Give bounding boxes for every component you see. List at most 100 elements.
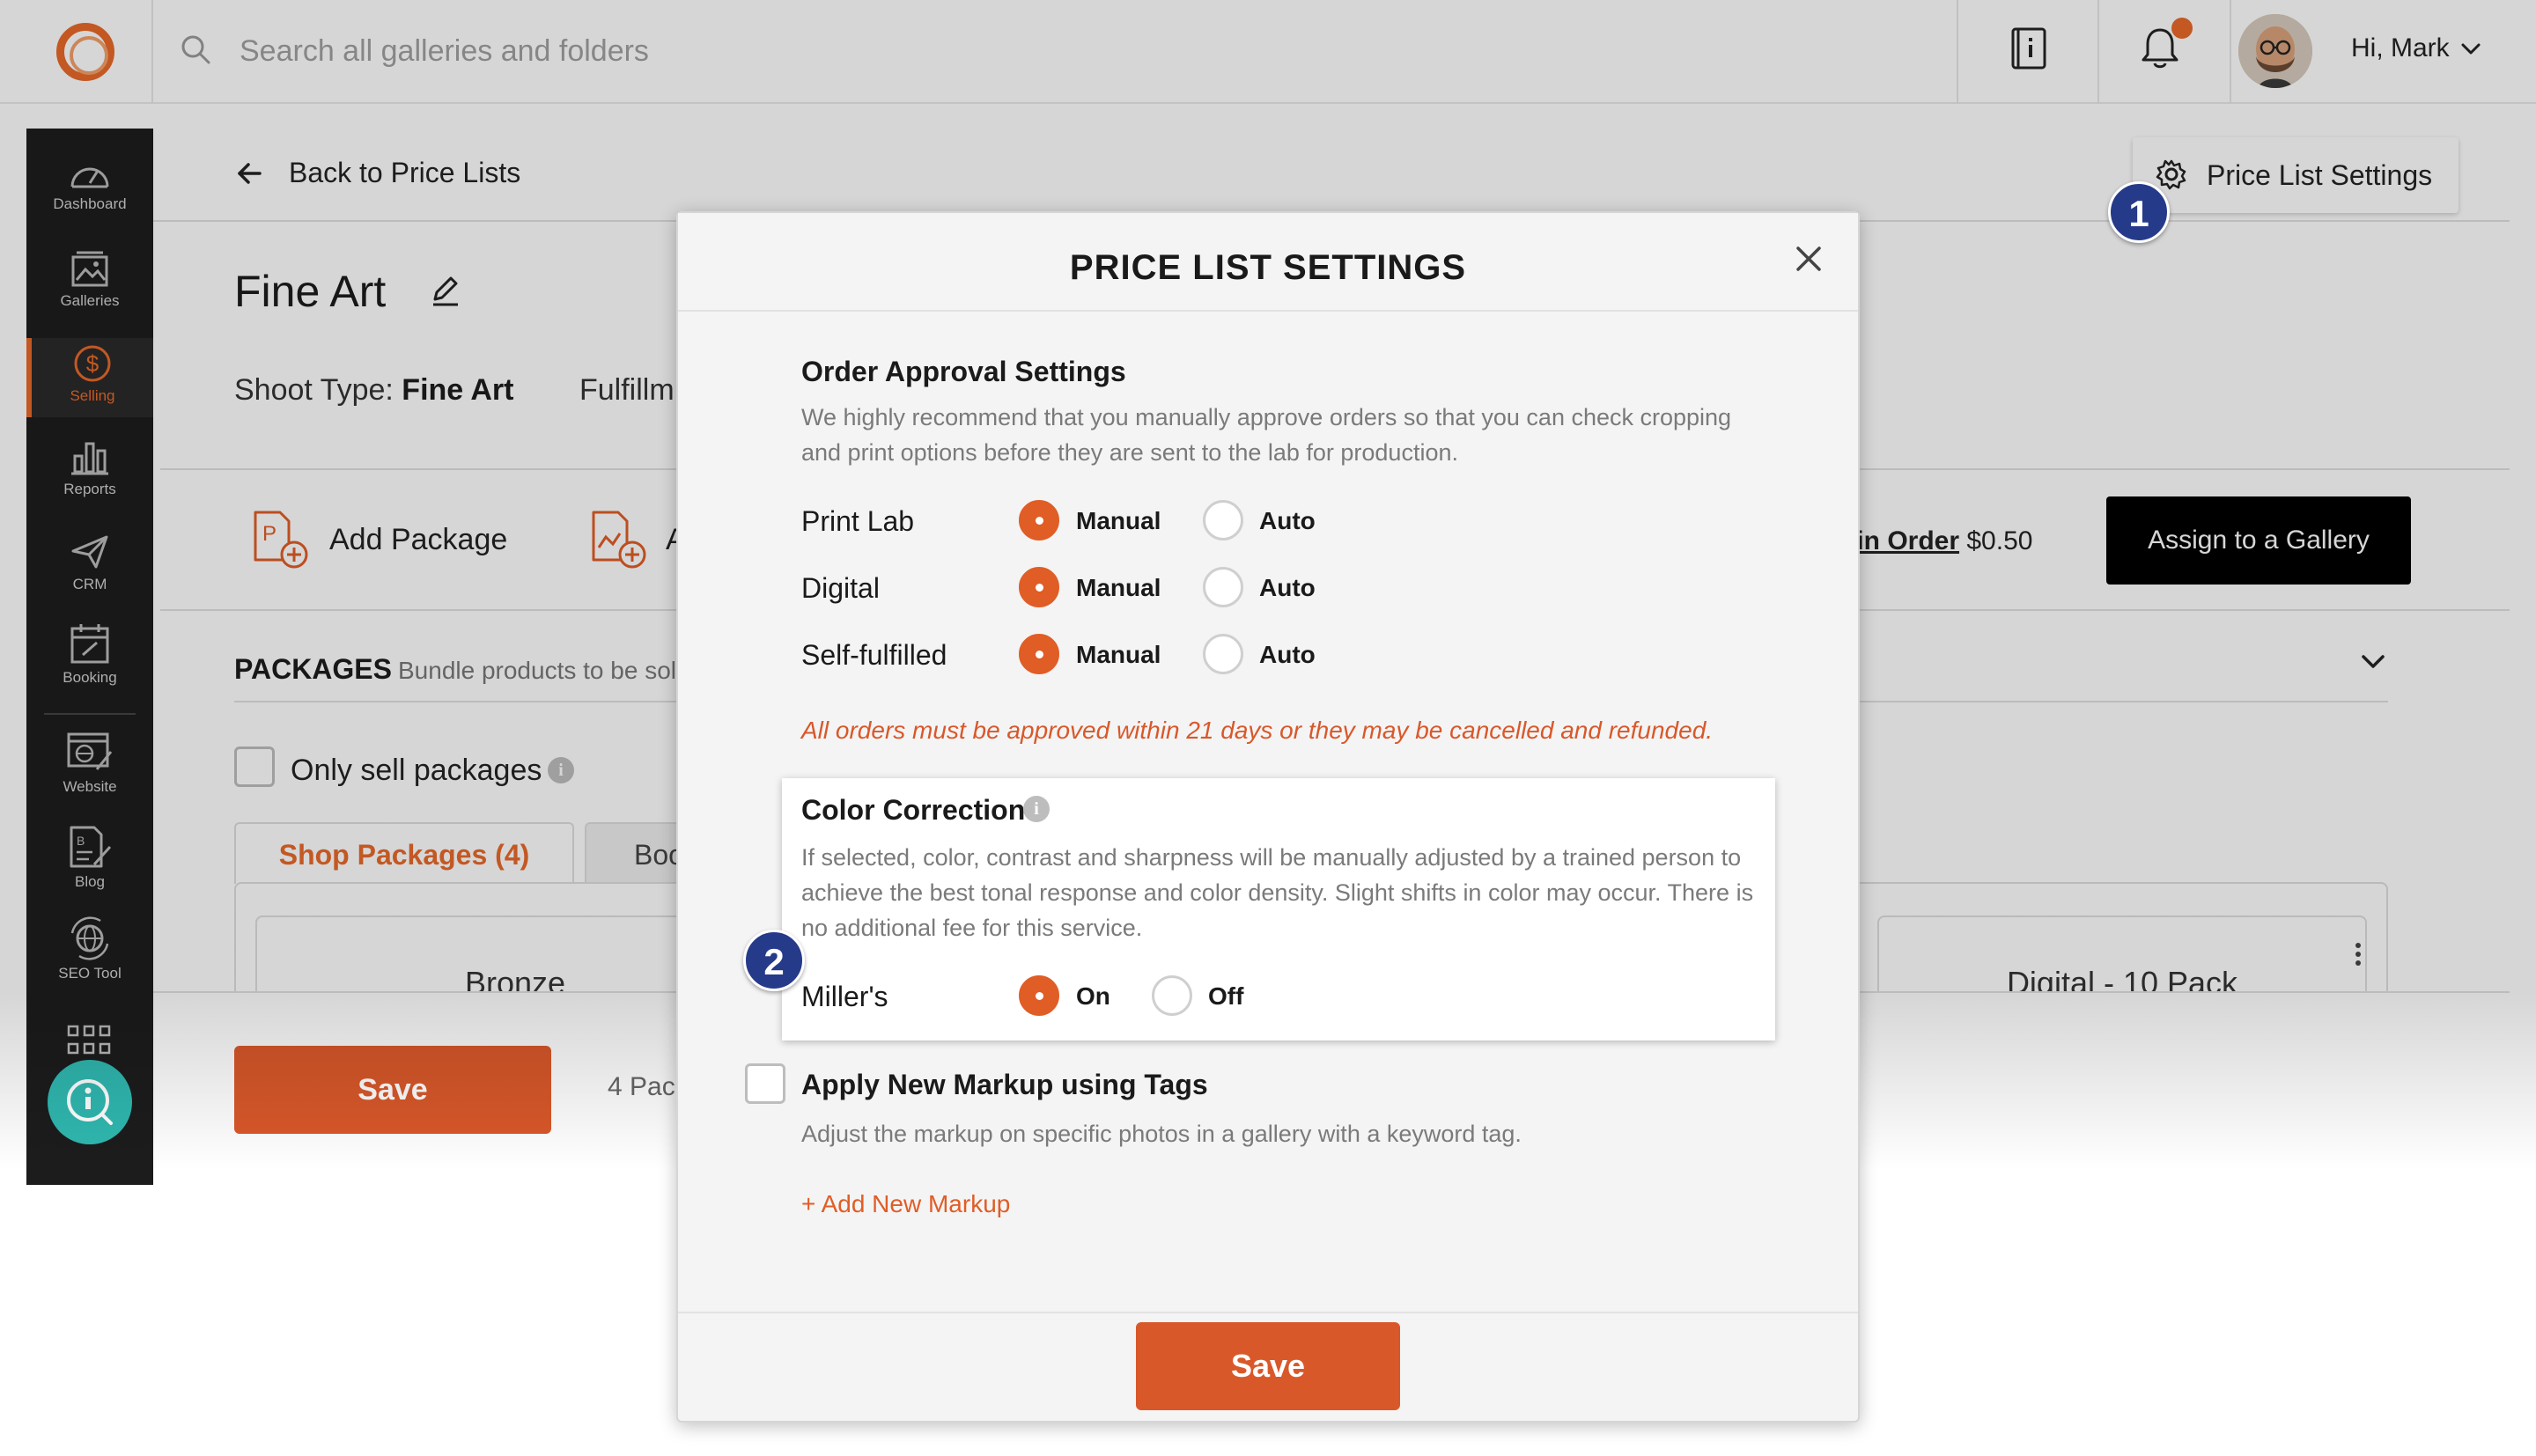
svg-text:B: B xyxy=(77,834,85,848)
self-fulfilled-label: Self-fulfilled xyxy=(801,639,947,671)
galleries-icon xyxy=(71,251,108,287)
color-correction-title: Color Correction xyxy=(801,794,1026,826)
more-options-icon[interactable] xyxy=(2351,940,2365,968)
order-approval-title: Order Approval Settings xyxy=(801,356,1126,387)
assign-to-gallery-button[interactable]: Assign to a Gallery xyxy=(2106,496,2411,585)
color-correction-off-radio[interactable] xyxy=(1152,975,1192,1016)
sidebar-item-label: Galleries xyxy=(60,292,120,309)
modal-title: PRICE LIST SETTINGS xyxy=(1069,248,1467,287)
add-new-markup-link[interactable]: + Add New Markup xyxy=(801,1190,1010,1218)
print-lab-manual-radio[interactable] xyxy=(1019,500,1059,540)
shoot-type-value: Fine Art xyxy=(402,373,514,407)
tab-shop-packages[interactable]: Shop Packages (4) xyxy=(234,822,574,884)
only-sell-packages-label: Only sell packages xyxy=(291,754,542,787)
svg-text:$: $ xyxy=(86,350,100,377)
min-order-value: $0.50 xyxy=(1966,526,2033,555)
avatar[interactable] xyxy=(2238,14,2312,88)
self-fulfilled-auto-radio[interactable] xyxy=(1203,634,1243,674)
sidebar-item-booking[interactable]: Booking xyxy=(26,621,153,687)
info-icon[interactable]: i xyxy=(1023,796,1050,822)
modal-save-button[interactable]: Save xyxy=(1136,1322,1400,1410)
sidebar-item-blog[interactable]: B Blog xyxy=(26,824,153,891)
help-button[interactable] xyxy=(48,1060,132,1144)
sidebar-item-label: Selling xyxy=(70,387,115,404)
info-search-icon xyxy=(67,1079,113,1125)
digital-manual-radio[interactable] xyxy=(1019,567,1059,607)
minimum-order: lin Order $0.50 xyxy=(1849,526,2032,556)
arrow-left-icon[interactable] xyxy=(236,160,262,187)
back-to-price-lists-link[interactable]: Back to Price Lists xyxy=(289,157,520,189)
shoot-type: Shoot Type: Fine Art xyxy=(234,373,513,408)
divider xyxy=(1957,0,1958,104)
apps-grid-icon[interactable] xyxy=(67,1025,113,1056)
sidebar-item-website[interactable]: Website xyxy=(26,731,153,796)
digital-label: Digital xyxy=(801,572,880,604)
paper-plane-icon xyxy=(71,535,108,569)
sidebar-item-label: Website xyxy=(63,778,117,795)
shoot-type-label: Shoot Type: xyxy=(234,373,394,407)
sidebar-item-label: Dashboard xyxy=(53,195,127,212)
off-option-label[interactable]: Off xyxy=(1208,982,1243,1011)
auto-option-label[interactable]: Auto xyxy=(1259,507,1316,535)
save-button[interactable]: Save xyxy=(234,1046,551,1134)
info-icon[interactable]: i xyxy=(548,757,574,783)
approval-warning: All orders must be approved within 21 da… xyxy=(801,717,1714,744)
step-badge-2: 2 xyxy=(743,930,805,991)
color-correction-description: If selected, color, contrast and sharpne… xyxy=(801,844,1754,941)
sidebar-item-seo-tool[interactable]: SEO Tool xyxy=(26,916,153,982)
min-order-link[interactable]: lin Order xyxy=(1849,526,1959,555)
sidebar-item-label: Reports xyxy=(63,481,116,497)
auto-option-label[interactable]: Auto xyxy=(1259,574,1316,602)
packages-subtitle: Bundle products to be sol xyxy=(398,657,676,684)
gear-icon xyxy=(2156,159,2186,190)
print-lab-label: Print Lab xyxy=(801,505,915,537)
tab-other[interactable]: Boo xyxy=(585,822,690,884)
sidebar-item-reports[interactable]: Reports xyxy=(26,437,153,498)
search-input[interactable] xyxy=(240,26,1913,76)
edit-pencil-icon[interactable] xyxy=(428,273,461,308)
search-icon xyxy=(181,35,210,64)
blog-icon: B xyxy=(70,826,112,868)
sidebar-item-selling[interactable]: $ Selling xyxy=(26,338,153,417)
color-correction-on-radio[interactable] xyxy=(1019,975,1059,1016)
manual-option-label[interactable]: Manual xyxy=(1076,574,1161,602)
sidebar-item-label: SEO Tool xyxy=(58,965,122,982)
add-package-label[interactable]: Add Package xyxy=(329,523,507,557)
calendar-icon xyxy=(70,624,109,664)
website-icon xyxy=(67,732,113,770)
millers-label: Miller's xyxy=(801,981,888,1012)
add-product-icon[interactable] xyxy=(588,509,650,570)
only-sell-packages-checkbox[interactable] xyxy=(234,746,275,787)
divider xyxy=(678,1312,1858,1313)
order-approval-description: We highly recommend that you manually ap… xyxy=(801,404,1732,466)
sidebar-separator xyxy=(44,713,136,715)
book-info-icon[interactable] xyxy=(2009,26,2048,70)
sidebar-item-crm[interactable]: CRM xyxy=(26,532,153,593)
dollar-icon: $ xyxy=(74,345,111,382)
app-logo[interactable] xyxy=(56,23,114,81)
user-greeting[interactable]: Hi, Mark xyxy=(2351,33,2450,63)
bar-chart-icon xyxy=(71,442,108,475)
notification-badge xyxy=(2171,18,2193,39)
divider xyxy=(2230,0,2231,104)
close-icon[interactable] xyxy=(1788,238,1830,280)
sidebar-item-label: Booking xyxy=(63,669,117,686)
print-lab-auto-radio[interactable] xyxy=(1203,500,1243,540)
apply-markup-description: Adjust the markup on specific photos in … xyxy=(801,1121,1522,1147)
svg-text:P: P xyxy=(262,522,276,546)
sidebar-item-label: CRM xyxy=(72,576,107,592)
apply-markup-checkbox[interactable] xyxy=(745,1063,785,1104)
divider xyxy=(151,0,153,104)
manual-option-label[interactable]: Manual xyxy=(1076,507,1161,535)
sidebar-item-dashboard[interactable]: Dashboard xyxy=(26,157,153,213)
divider xyxy=(2097,0,2099,104)
self-fulfilled-manual-radio[interactable] xyxy=(1019,634,1059,674)
chevron-down-icon[interactable] xyxy=(2460,42,2481,56)
auto-option-label[interactable]: Auto xyxy=(1259,641,1316,669)
on-option-label[interactable]: On xyxy=(1076,982,1110,1011)
digital-auto-radio[interactable] xyxy=(1203,567,1243,607)
sidebar-item-galleries[interactable]: Galleries xyxy=(26,248,153,310)
add-package-icon[interactable]: P xyxy=(250,509,312,570)
chevron-down-icon[interactable] xyxy=(2360,653,2386,671)
manual-option-label[interactable]: Manual xyxy=(1076,641,1161,669)
